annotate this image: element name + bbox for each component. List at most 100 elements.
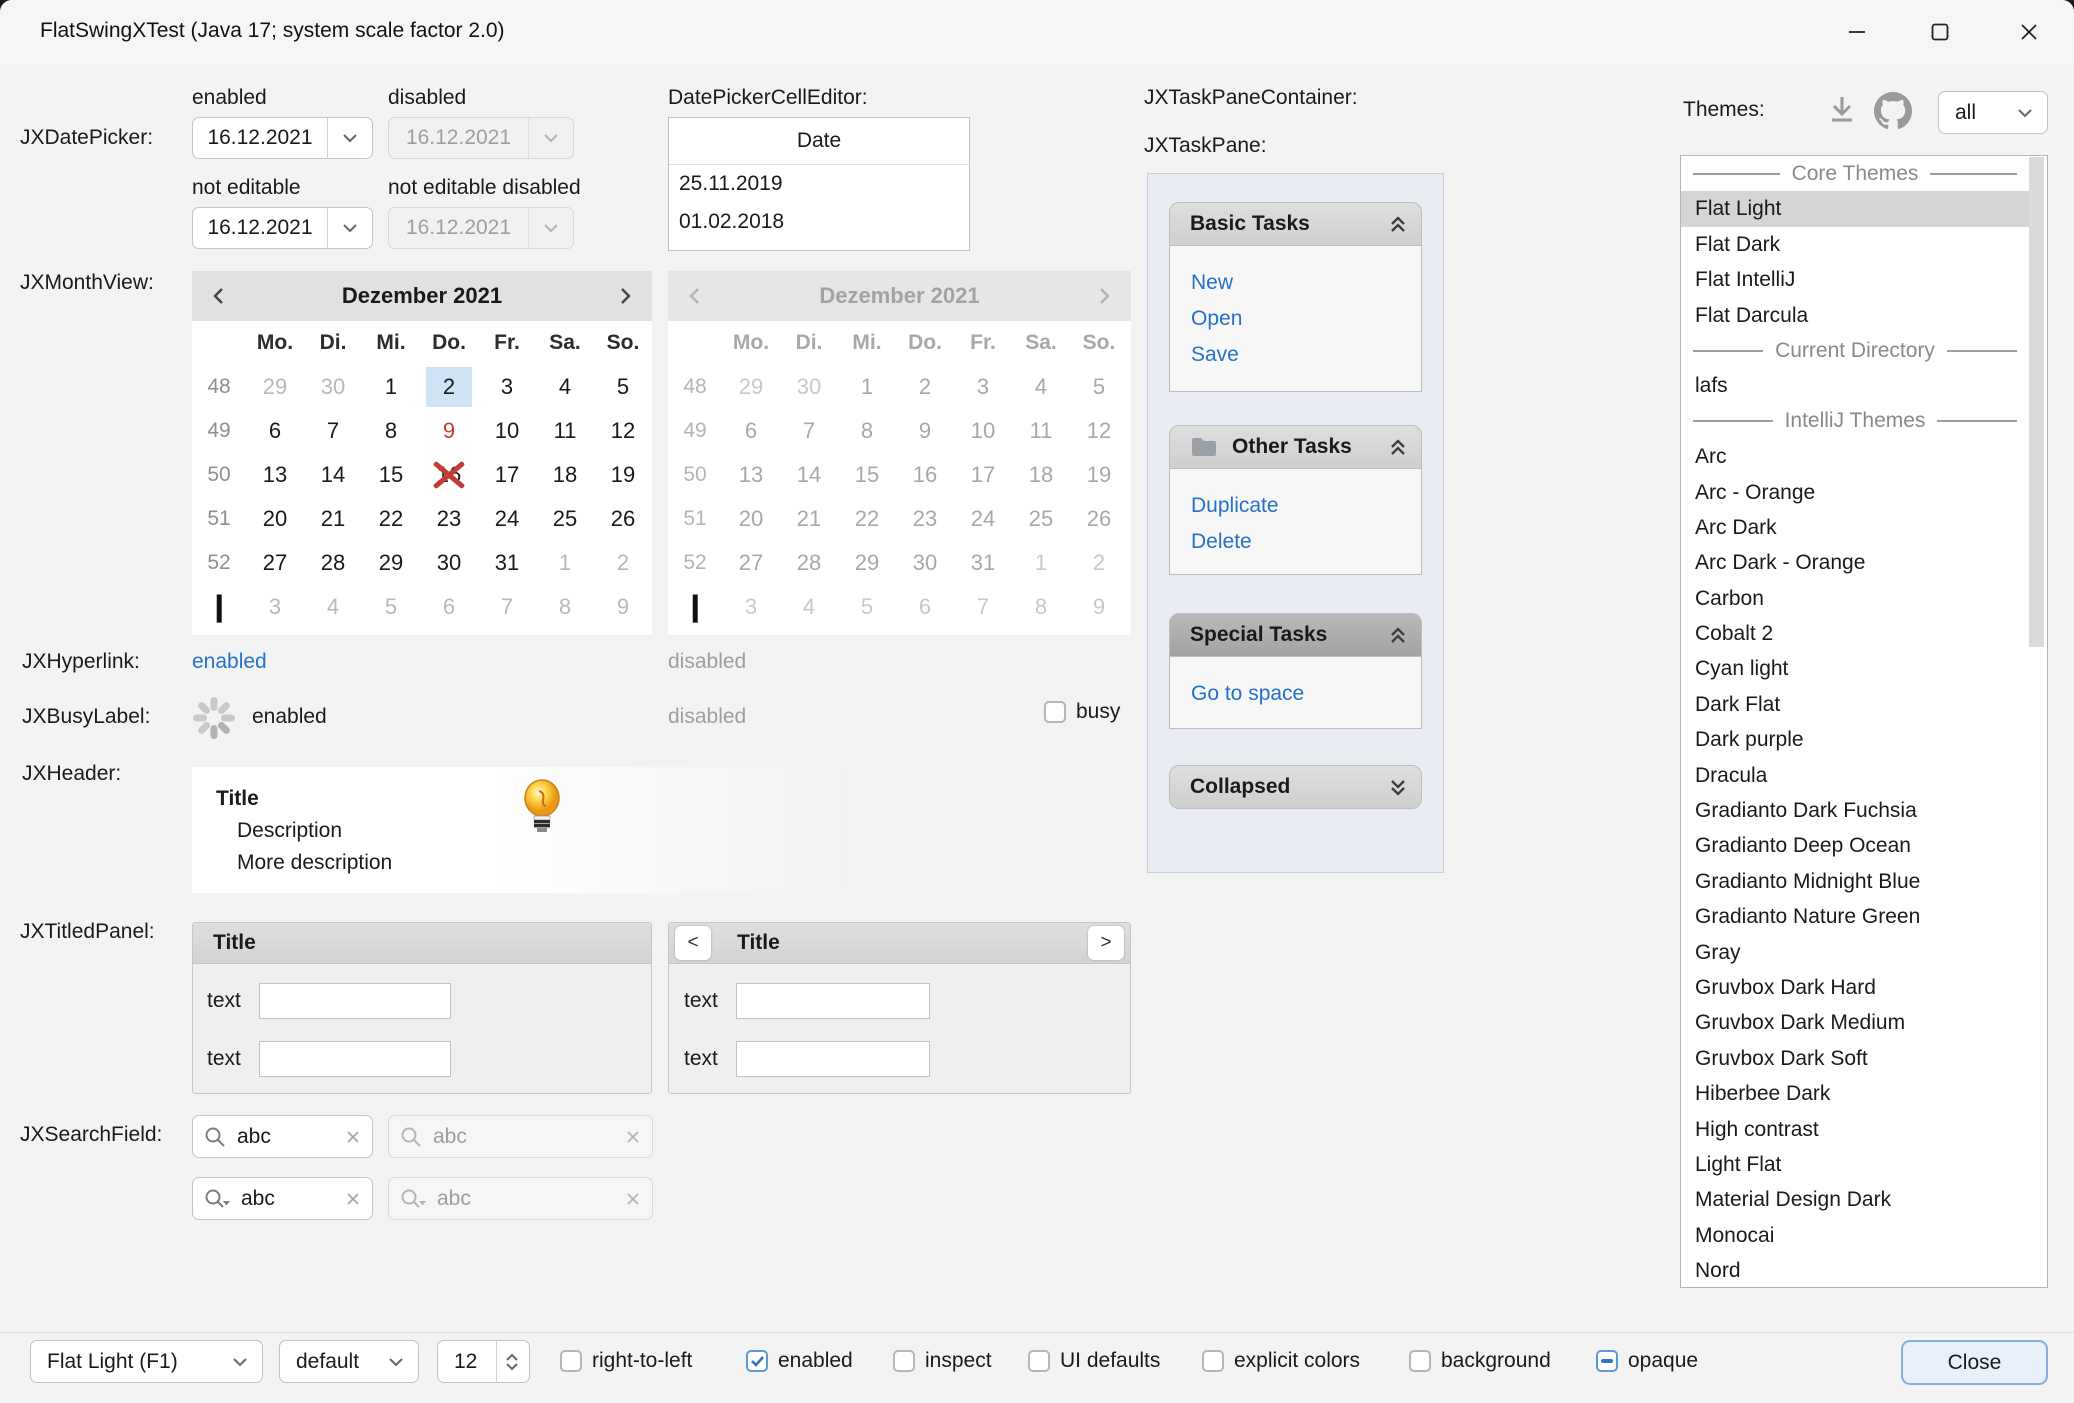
theme-item[interactable]: Dark purple [1681, 722, 2029, 757]
taskpane-titlebar[interactable]: Special Tasks [1169, 613, 1422, 657]
checkbox-ui-defaults[interactable]: UI defaults [1028, 1349, 1160, 1373]
theme-item[interactable]: Flat Dark [1681, 227, 2029, 262]
style-combo[interactable]: default [279, 1340, 419, 1383]
theme-item[interactable]: Arc [1681, 439, 2029, 474]
datepicker-dropdown-button[interactable] [327, 208, 372, 248]
calendar-day[interactable]: 20 [246, 497, 304, 541]
theme-item[interactable]: Gradianto Nature Green [1681, 899, 2029, 934]
task-link[interactable]: Save [1191, 337, 1421, 373]
calendar-day[interactable]: 14 [304, 453, 362, 497]
checkbox-opaque[interactable]: opaque [1596, 1349, 1698, 1373]
calendar-day[interactable]: 17 [478, 453, 536, 497]
calendar-day[interactable]: 1 [536, 541, 594, 585]
calendar-day[interactable]: 26 [594, 497, 652, 541]
task-link[interactable]: Delete [1191, 524, 1421, 560]
theme-item[interactable]: Cyan light [1681, 651, 2029, 686]
theme-item[interactable]: Cobalt 2 [1681, 616, 2029, 651]
maximize-button[interactable] [1917, 9, 1963, 55]
theme-item[interactable]: Monocai [1681, 1218, 2029, 1253]
taskpane-titlebar[interactable]: Other Tasks [1169, 425, 1422, 469]
calendar-day[interactable]: 28 [304, 541, 362, 585]
minimize-button[interactable] [1834, 9, 1880, 55]
theme-item[interactable]: Dracula [1681, 758, 2029, 793]
calendar-day[interactable]: 8 [362, 409, 420, 453]
calendar-day[interactable]: 27 [246, 541, 304, 585]
theme-item[interactable]: Nord [1681, 1253, 2029, 1288]
checkbox-right-to-left[interactable]: right-to-left [560, 1349, 692, 1373]
calendar-day[interactable]: 6 [420, 585, 478, 629]
task-link[interactable]: New [1191, 265, 1421, 301]
table-row[interactable]: 25.11.2019 [669, 165, 969, 203]
text-field[interactable] [259, 983, 451, 1019]
datepicker-enabled[interactable]: 16.12.2021 [192, 117, 373, 159]
calendar-day[interactable]: 24 [478, 497, 536, 541]
theme-item[interactable]: Arc Dark - Orange [1681, 545, 2029, 580]
taskpane-titlebar[interactable]: Basic Tasks [1169, 202, 1422, 246]
panel-next-button[interactable]: > [1088, 926, 1124, 960]
calendar-day[interactable]: 8 [536, 585, 594, 629]
busy-checkbox-group[interactable]: busy [1044, 700, 1120, 724]
theme-item[interactable]: Arc Dark [1681, 510, 2029, 545]
theme-item[interactable]: Gray [1681, 935, 2029, 970]
font-size-spinner[interactable]: 12 [437, 1340, 530, 1383]
calendar-day[interactable]: 12 [594, 409, 652, 453]
calendar-day[interactable]: 30 [420, 541, 478, 585]
next-month-button[interactable] [600, 286, 652, 306]
calendar-day[interactable]: 25 [536, 497, 594, 541]
theme-item[interactable]: lafs [1681, 368, 2029, 403]
calendar-day[interactable]: 4 [304, 585, 362, 629]
theme-item[interactable]: Gradianto Dark Fuchsia [1681, 793, 2029, 828]
calendar-day[interactable]: 1 [362, 365, 420, 409]
search-field-with-menu-enabled[interactable]: abc [192, 1177, 373, 1220]
table-row[interactable]: 01.02.2018 [669, 203, 969, 241]
calendar-day[interactable]: 23 [420, 497, 478, 541]
theme-item[interactable]: Material Design Dark [1681, 1182, 2029, 1217]
themes-filter-combo[interactable]: all [1938, 91, 2048, 134]
close-button[interactable]: Close [1901, 1340, 2048, 1385]
task-link[interactable]: Duplicate [1191, 488, 1421, 524]
calendar-day[interactable]: 9 [420, 409, 478, 453]
calendar-day[interactable]: 22 [362, 497, 420, 541]
theme-item[interactable]: Flat IntelliJ [1681, 262, 2029, 297]
calendar-day[interactable]: 31 [478, 541, 536, 585]
text-field[interactable] [736, 1041, 930, 1077]
calendar-day[interactable]: 10 [478, 409, 536, 453]
busy-checkbox[interactable] [1044, 701, 1066, 723]
monthview-enabled[interactable]: Dezember 2021Mo.Di.Mi.Do.Fr.Sa.So.482930… [192, 271, 652, 635]
theme-item[interactable]: Flat Darcula [1681, 298, 2029, 333]
theme-item[interactable]: Gradianto Deep Ocean [1681, 828, 2029, 863]
calendar-day[interactable]: 5 [362, 585, 420, 629]
theme-item[interactable]: Gruvbox Dark Hard [1681, 970, 2029, 1005]
theme-item[interactable]: Gruvbox Dark Soft [1681, 1041, 2029, 1076]
clear-icon[interactable] [346, 1192, 360, 1206]
hyperlink-enabled[interactable]: enabled [192, 650, 267, 674]
datepicker-not-editable[interactable]: 16.12.2021 [192, 207, 373, 249]
theme-item[interactable]: High contrast [1681, 1112, 2029, 1147]
taskpane-titlebar[interactable]: Collapsed [1169, 765, 1422, 809]
prev-month-button[interactable] [192, 286, 244, 306]
task-link[interactable]: Open [1191, 301, 1421, 337]
download-icon[interactable] [1826, 94, 1858, 134]
laf-combo[interactable]: Flat Light (F1) [30, 1340, 263, 1383]
calendar-day[interactable]: 5 [594, 365, 652, 409]
calendar-day[interactable]: 11 [536, 409, 594, 453]
date-table[interactable]: Date 25.11.2019 01.02.2018 [668, 117, 970, 251]
checkbox-inspect[interactable]: inspect [893, 1349, 992, 1373]
theme-list[interactable]: Core ThemesFlat LightFlat DarkFlat Intel… [1680, 155, 2048, 1288]
theme-item[interactable]: Gradianto Midnight Blue [1681, 864, 2029, 899]
panel-prev-button[interactable]: < [675, 926, 711, 960]
theme-item[interactable]: Hiberbee Dark [1681, 1076, 2029, 1111]
calendar-day[interactable]: 16 [420, 453, 478, 497]
checkbox-explicit-colors[interactable]: explicit colors [1202, 1349, 1360, 1373]
clear-icon[interactable] [346, 1130, 360, 1144]
search-field-enabled[interactable]: abc [192, 1115, 373, 1158]
theme-item[interactable]: Arc - Orange [1681, 475, 2029, 510]
github-icon[interactable] [1874, 92, 1912, 136]
checkbox-enabled[interactable]: enabled [746, 1349, 853, 1373]
calendar-day[interactable]: 7 [478, 585, 536, 629]
theme-item[interactable]: Gruvbox Dark Medium [1681, 1005, 2029, 1040]
datepicker-dropdown-button[interactable] [327, 118, 372, 158]
calendar-day[interactable]: 7 [304, 409, 362, 453]
calendar-day[interactable]: 2 [594, 541, 652, 585]
theme-item[interactable]: Dark Flat [1681, 687, 2029, 722]
